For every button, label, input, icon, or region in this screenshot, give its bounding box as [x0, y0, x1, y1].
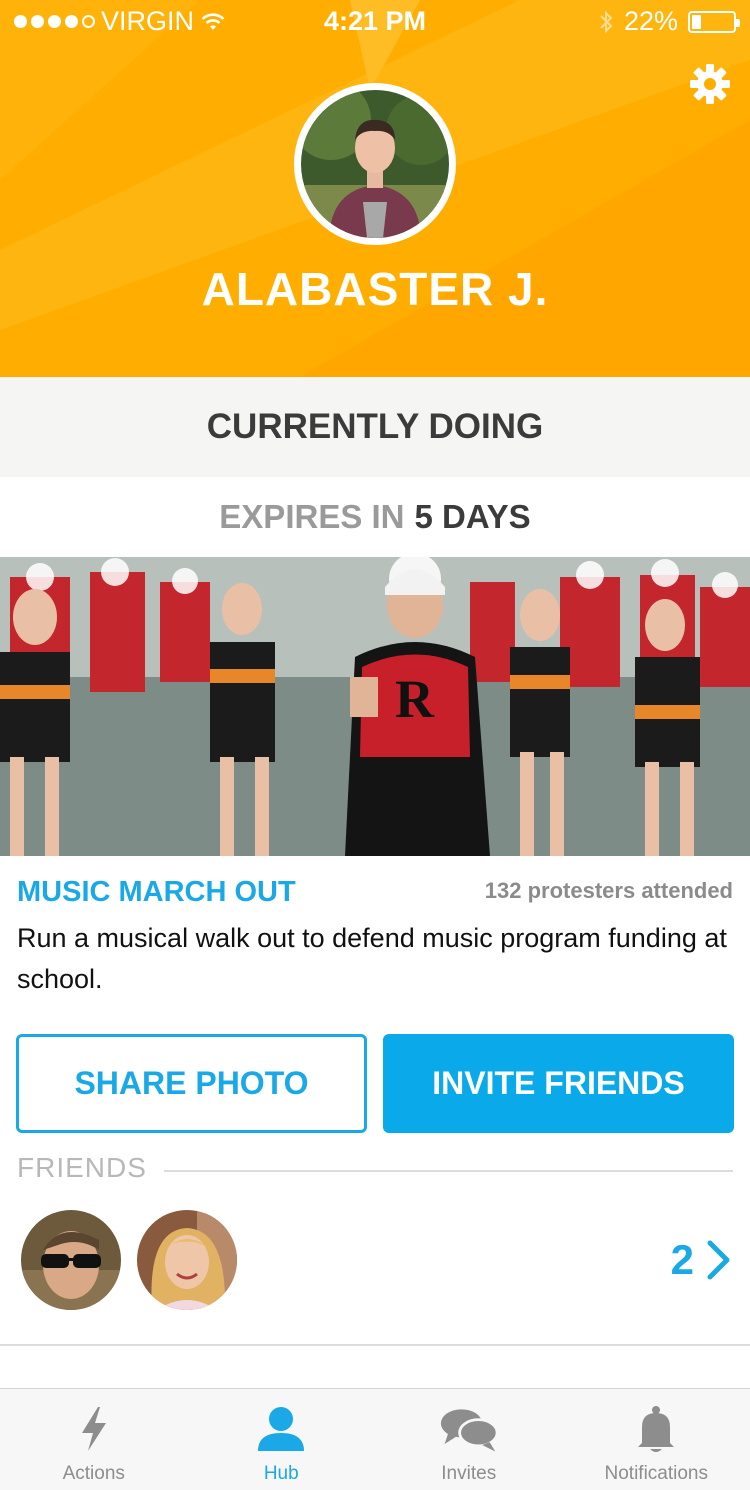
tab-label: Hub	[263, 1463, 299, 1484]
tab-bar: Actions Hub Invites Notifications	[0, 1388, 750, 1490]
bluetooth-icon	[600, 10, 613, 33]
expires-label: EXPIRES IN	[219, 498, 405, 535]
friends-count: 2	[670, 1236, 694, 1283]
share-photo-button[interactable]: SHARE PHOTO	[16, 1034, 367, 1133]
action-title[interactable]: MUSIC MARCH OUT	[17, 876, 296, 909]
tab-label: Actions	[62, 1463, 125, 1484]
attendance-count: 132 protesters attended	[484, 878, 733, 903]
status-right: 22%	[598, 6, 740, 37]
expires-value: 5 DAYS	[414, 498, 531, 535]
tab-label: Invites	[441, 1463, 497, 1484]
bell-icon	[626, 1403, 686, 1455]
profile-name: ALABASTER J.	[201, 263, 549, 315]
friend-avatar[interactable]	[137, 1210, 237, 1310]
profile-header: VIRGIN 4:21 PM 22% ALABASTER J.	[0, 0, 750, 377]
friends-count-link[interactable]: 2	[671, 1236, 732, 1284]
battery-percent: 22%	[623, 6, 678, 36]
tab-hub[interactable]: Hub	[188, 1389, 376, 1490]
svg-text:R: R	[395, 669, 435, 729]
friends-divider	[164, 1170, 733, 1172]
tab-notifications[interactable]: Notifications	[563, 1389, 750, 1490]
chat-bubbles-icon	[439, 1403, 499, 1455]
battery-icon	[688, 10, 740, 33]
section-title: CURRENTLY DOING	[206, 407, 544, 446]
friends-label: FRIENDS	[17, 1152, 147, 1183]
tab-label: Notifications	[604, 1463, 709, 1484]
profile-avatar[interactable]	[291, 80, 456, 245]
action-photo[interactable]: R	[0, 557, 750, 856]
person-icon	[251, 1403, 311, 1455]
tab-invites[interactable]: Invites	[375, 1389, 563, 1490]
currently-doing-header: CURRENTLY DOING	[0, 377, 750, 477]
gear-icon[interactable]	[688, 62, 732, 106]
action-description: Run a musical walk out to defend music p…	[17, 923, 727, 994]
expires-row: EXPIRES IN 5 DAYS	[0, 477, 750, 557]
tab-actions[interactable]: Actions	[0, 1389, 188, 1490]
lightning-icon	[64, 1403, 124, 1455]
invite-friends-button[interactable]: INVITE FRIENDS	[383, 1034, 734, 1133]
status-bar: VIRGIN 4:21 PM 22%	[0, 0, 750, 40]
hub-screen: VIRGIN 4:21 PM 22% ALABASTER J. CURRENTL…	[0, 0, 750, 1490]
content-divider	[0, 1344, 750, 1346]
friend-avatar[interactable]	[21, 1210, 121, 1310]
avatar-image	[291, 80, 456, 238]
battery-level	[692, 14, 701, 29]
chevron-right-icon	[707, 1240, 730, 1280]
